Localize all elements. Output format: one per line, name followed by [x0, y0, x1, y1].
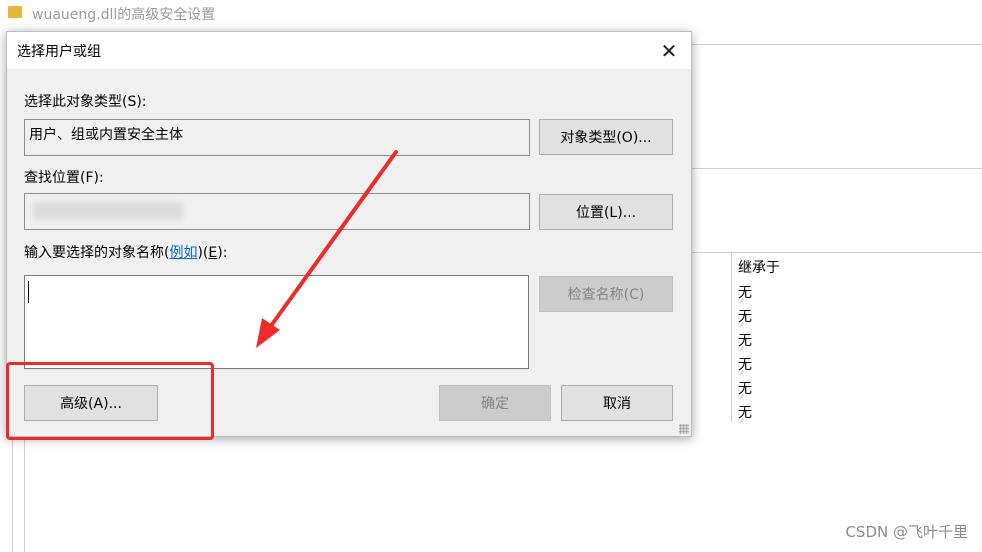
resize-grip[interactable] — [679, 424, 689, 434]
object-type-label: 选择此对象类型(S): — [24, 94, 147, 110]
ok-button[interactable]: 确定 — [439, 385, 551, 421]
object-type-field: 用户、组或内置安全主体 — [24, 119, 530, 156]
close-button[interactable]: ✕ — [647, 32, 691, 69]
text-cursor — [28, 281, 29, 303]
folder-icon — [8, 6, 22, 18]
divider — [690, 44, 982, 45]
object-type-value: 用户、组或内置安全主体 — [29, 127, 183, 143]
column-header-inherited-from[interactable]: 继承于 — [738, 257, 780, 277]
divider — [24, 435, 25, 552]
check-names-button[interactable]: 检查名称(C) — [539, 276, 673, 312]
location-button[interactable]: 位置(L)... — [539, 194, 673, 230]
location-field — [24, 193, 530, 230]
enter-names-label: 输入要选择的对象名称(例如)(E): — [24, 245, 228, 261]
examples-link[interactable]: 例如 — [169, 245, 197, 261]
dialog-titlebar: 选择用户或组 ✕ — [7, 32, 691, 69]
table-cell: 无 — [738, 285, 752, 301]
background-window-title: wuaueng.dll的高级安全设置 — [32, 7, 216, 23]
object-types-button[interactable]: 对象类型(O)... — [539, 119, 673, 155]
highlight-box-advanced — [6, 362, 214, 440]
redacted-location — [33, 202, 183, 220]
object-names-input[interactable] — [24, 275, 529, 369]
table-cell: 无 — [738, 381, 752, 397]
dialog-title: 选择用户或组 — [17, 44, 101, 60]
close-icon: ✕ — [660, 38, 678, 63]
watermark: CSDN @飞叶千里 — [845, 523, 968, 541]
background-window-titlebar: wuaueng.dll的高级安全设置 — [0, 0, 982, 30]
divider — [690, 168, 982, 169]
table-cell: 无 — [738, 357, 752, 373]
cancel-button[interactable]: 取消 — [561, 385, 673, 421]
table-cell: 无 — [738, 309, 752, 325]
table-cell: 无 — [738, 333, 752, 349]
column-separator — [731, 252, 732, 422]
location-label: 查找位置(F): — [24, 170, 104, 186]
table-cell: 无 — [738, 405, 752, 421]
